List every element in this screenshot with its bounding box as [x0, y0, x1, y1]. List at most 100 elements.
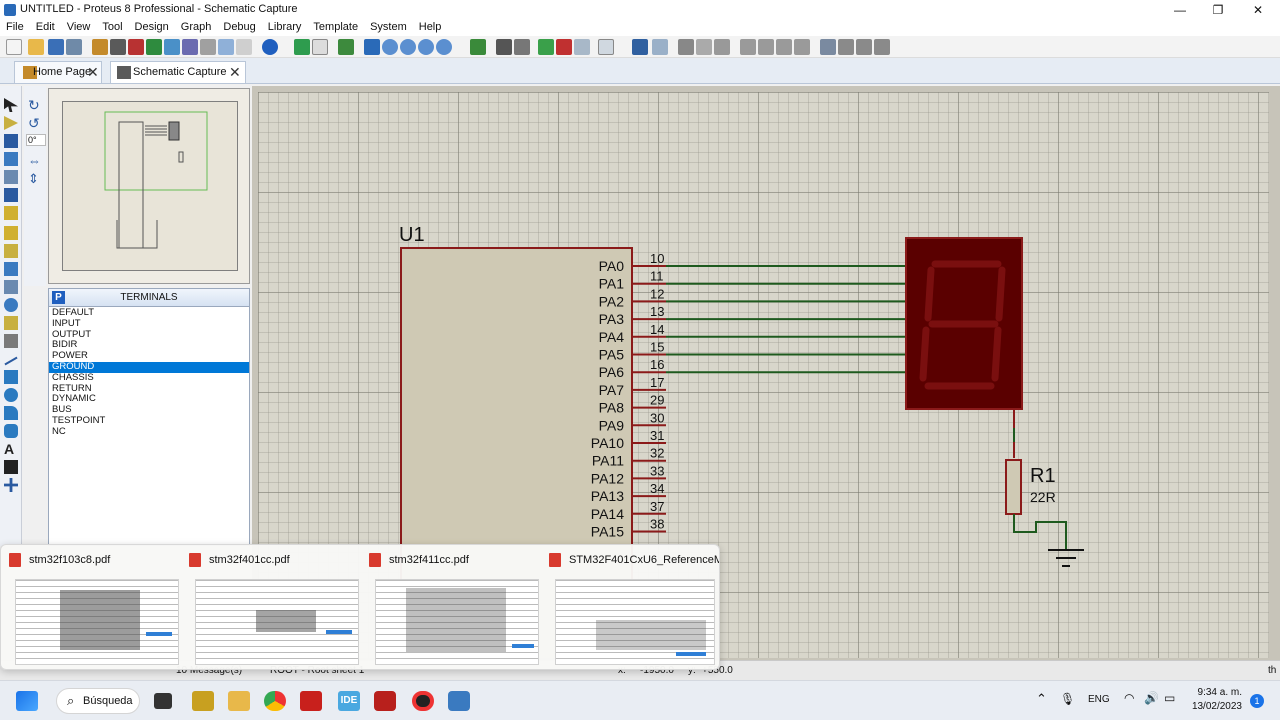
- arduino-app-icon[interactable]: [192, 691, 214, 711]
- 2d-box-icon[interactable]: [4, 370, 18, 384]
- property-assign-icon[interactable]: [514, 39, 530, 55]
- 2d-arc-icon[interactable]: [4, 406, 18, 420]
- file-explorer-icon[interactable]: [228, 691, 250, 711]
- menu-template[interactable]: Template: [307, 20, 364, 33]
- text-script-icon[interactable]: [4, 170, 18, 184]
- save-all-icon[interactable]: [66, 39, 82, 55]
- device-pins-icon[interactable]: [4, 244, 18, 258]
- voltage-probe-icon[interactable]: [4, 316, 18, 330]
- subcircuit-icon[interactable]: [4, 206, 18, 220]
- block-delete-icon[interactable]: [794, 39, 810, 55]
- menu-file[interactable]: File: [0, 20, 30, 33]
- recent-file-card[interactable]: stm32f103c8.pdf: [9, 551, 185, 667]
- terminal-item[interactable]: CHASSIS: [49, 372, 249, 384]
- schematic-icon[interactable]: [110, 39, 126, 55]
- battery-icon[interactable]: ▭: [1164, 691, 1175, 705]
- zoom-all-icon[interactable]: [418, 39, 434, 55]
- 2d-symbol-icon[interactable]: [4, 460, 18, 474]
- rotation-angle-field[interactable]: 0°: [26, 134, 46, 146]
- bom-icon[interactable]: [182, 39, 198, 55]
- menu-design[interactable]: Design: [129, 20, 175, 33]
- generator-icon[interactable]: [4, 298, 18, 312]
- exit-to-parent-icon[interactable]: [574, 39, 590, 55]
- 2d-text-icon[interactable]: A: [4, 442, 18, 456]
- app-icon[interactable]: [374, 691, 396, 711]
- menu-library[interactable]: Library: [262, 20, 308, 33]
- 2d-path-icon[interactable]: [4, 424, 18, 438]
- paste-icon[interactable]: [714, 39, 730, 55]
- grid-icon[interactable]: [312, 39, 328, 55]
- menu-help[interactable]: Help: [413, 20, 448, 33]
- home-icon[interactable]: [92, 39, 108, 55]
- wire-label-icon[interactable]: [4, 152, 18, 166]
- 2d-marker-icon[interactable]: [4, 478, 18, 492]
- tab-home-page[interactable]: Home Page ✕: [14, 61, 102, 83]
- mirror-horizontal-icon[interactable]: ⇔: [28, 154, 42, 168]
- terminals-mode-icon[interactable]: [4, 226, 18, 240]
- make-device-icon[interactable]: [838, 39, 854, 55]
- notification-badge[interactable]: 1: [1250, 694, 1264, 708]
- terminal-item[interactable]: TESTPOINT: [49, 415, 249, 427]
- redo-icon[interactable]: [652, 39, 668, 55]
- mirror-vertical-icon[interactable]: ⇕: [28, 172, 42, 186]
- component-mode-icon[interactable]: [4, 116, 18, 130]
- wifi-icon[interactable]: ◠: [1124, 691, 1134, 705]
- stm32cube-ide-icon[interactable]: IDE: [338, 691, 360, 711]
- remove-sheet-icon[interactable]: [556, 39, 572, 55]
- zoom-in-icon[interactable]: [382, 39, 398, 55]
- taskbar-search[interactable]: ⌕ Búsqueda: [56, 688, 140, 714]
- refresh-icon[interactable]: [294, 39, 310, 55]
- source-code-icon[interactable]: [218, 39, 234, 55]
- terminal-item[interactable]: DYNAMIC: [49, 394, 249, 405]
- cut-icon[interactable]: [678, 39, 694, 55]
- windows-start-icon[interactable]: [16, 691, 38, 711]
- new-file-icon[interactable]: [6, 39, 22, 55]
- virtual-instruments-icon[interactable]: [4, 334, 18, 348]
- report-icon[interactable]: [598, 39, 614, 55]
- menu-edit[interactable]: Edit: [30, 20, 61, 33]
- tab-schematic-close-icon[interactable]: ✕: [229, 64, 241, 81]
- tape-recorder-icon[interactable]: [4, 280, 18, 294]
- rotate-anticlockwise-icon[interactable]: ↺: [28, 116, 42, 130]
- menu-system[interactable]: System: [364, 20, 413, 33]
- microphone-icon[interactable]: 🎙: [1060, 692, 1075, 706]
- resistor-r1[interactable]: [1005, 459, 1022, 515]
- menu-view[interactable]: View: [61, 20, 97, 33]
- recent-file-card[interactable]: stm32f411cc.pdf: [369, 551, 545, 667]
- bus-icon[interactable]: [4, 188, 18, 202]
- tab-home-close-icon[interactable]: ✕: [87, 64, 99, 81]
- copy-icon[interactable]: [696, 39, 712, 55]
- origin-icon[interactable]: [338, 39, 354, 55]
- minimize-button[interactable]: —: [1162, 0, 1198, 20]
- zoom-out-icon[interactable]: [400, 39, 416, 55]
- block-move-icon[interactable]: [758, 39, 774, 55]
- notes-icon[interactable]: [236, 39, 252, 55]
- undo-icon[interactable]: [632, 39, 648, 55]
- zoom-area-icon[interactable]: [436, 39, 452, 55]
- task-view-icon[interactable]: [154, 693, 172, 709]
- pan-icon[interactable]: [364, 39, 380, 55]
- maximize-button[interactable]: ❐: [1200, 0, 1236, 20]
- pcb-layout-icon[interactable]: [128, 39, 144, 55]
- terminal-item[interactable]: OUTPUT: [49, 329, 249, 341]
- terminal-item[interactable]: NC: [49, 426, 249, 438]
- menu-debug[interactable]: Debug: [217, 20, 261, 33]
- graph-mode-icon[interactable]: [4, 262, 18, 276]
- terminal-item[interactable]: INPUT: [49, 318, 249, 330]
- packaging-tool-icon[interactable]: [856, 39, 872, 55]
- menu-graph[interactable]: Graph: [175, 20, 218, 33]
- pick-device-icon[interactable]: [820, 39, 836, 55]
- rotate-clockwise-icon[interactable]: ↻: [28, 98, 42, 112]
- tab-schematic-capture[interactable]: Schematic Capture ✕: [110, 61, 246, 83]
- gerber-icon[interactable]: [164, 39, 180, 55]
- 2d-line-icon[interactable]: [4, 356, 18, 366]
- menu-tool[interactable]: Tool: [96, 20, 128, 33]
- help-icon[interactable]: [262, 39, 278, 55]
- open-folder-icon[interactable]: [28, 39, 44, 55]
- acrobat-reader-icon[interactable]: [300, 691, 322, 711]
- block-copy-icon[interactable]: [740, 39, 756, 55]
- 3d-viewer-icon[interactable]: [146, 39, 162, 55]
- overview-window[interactable]: [48, 88, 250, 284]
- selection-mode-icon[interactable]: [4, 98, 18, 112]
- clock-date[interactable]: 13/02/2023: [1186, 701, 1242, 712]
